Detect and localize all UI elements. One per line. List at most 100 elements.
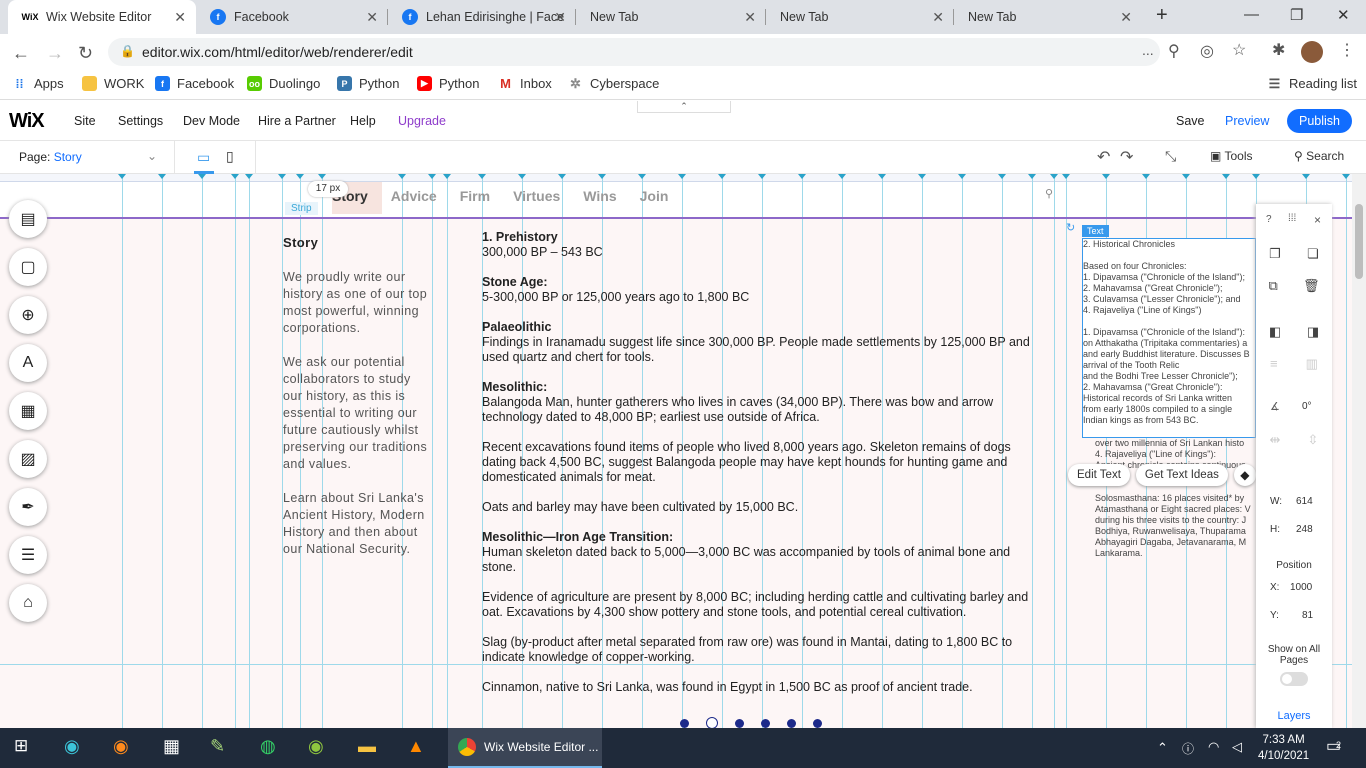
ruler-marker[interactable]: [398, 174, 406, 179]
save-button[interactable]: Save: [1176, 114, 1205, 128]
menu-hire-partner[interactable]: Hire a Partner: [258, 114, 336, 128]
zoom-out-icon[interactable]: ⤡: [1165, 148, 1176, 165]
tab-wix-editor[interactable]: WiX Wix Website Editor ✕: [8, 0, 196, 34]
show-all-pages-toggle[interactable]: [1280, 672, 1308, 686]
site-menu-advice[interactable]: Advice: [391, 184, 437, 208]
ruler-marker[interactable]: [428, 174, 436, 179]
desktop-icon[interactable]: ▭: [197, 149, 210, 166]
wix-logo[interactable]: WiX: [9, 110, 45, 133]
new-tab-button[interactable]: +: [1156, 4, 1168, 27]
slider-dot[interactable]: [813, 719, 822, 728]
ruler-marker[interactable]: [1028, 174, 1036, 179]
avatar[interactable]: [1301, 41, 1323, 63]
ruler-marker[interactable]: [1222, 174, 1230, 179]
editor-canvas[interactable]: Story Advice Firm Virtues Wins Join 17 p…: [0, 174, 1352, 728]
volume-icon[interactable]: ◁: [1232, 739, 1242, 755]
pages-icon[interactable]: ▤: [9, 200, 47, 238]
selected-text-box[interactable]: 2. Historical Chronicles Based on four Ch…: [1082, 238, 1256, 438]
eye-off-icon[interactable]: ◎: [1200, 41, 1214, 61]
canvas-scrollbar[interactable]: [1352, 174, 1366, 728]
theme-icon[interactable]: A: [9, 344, 47, 382]
redo-icon[interactable]: ↷: [1120, 147, 1133, 167]
tab-lehan[interactable]: f Lehan Edirisinghe | Face ✕: [388, 0, 576, 34]
chevron-up-icon[interactable]: ⌃: [1157, 740, 1168, 756]
ruler-marker[interactable]: [718, 174, 726, 179]
whatsapp-icon[interactable]: ◍: [260, 736, 276, 757]
slider-dot[interactable]: [787, 719, 796, 728]
search-button[interactable]: ⚲ Search: [1294, 149, 1344, 163]
ruler-marker[interactable]: [838, 174, 846, 179]
close-tab-icon[interactable]: ✕: [554, 9, 566, 26]
slider-dot-active[interactable]: [706, 717, 718, 728]
layers-link[interactable]: Layers: [1256, 710, 1332, 722]
edit-text-button[interactable]: Edit Text: [1068, 464, 1130, 486]
prehistory-text[interactable]: 1. Prehistory 300,000 BP – 543 BC Stone Ag…: [482, 230, 1034, 710]
ruler-marker[interactable]: [443, 174, 451, 179]
calculator-icon[interactable]: ▦: [163, 736, 180, 757]
add-icon[interactable]: ⊕: [9, 296, 47, 334]
close-tab-icon[interactable]: ✕: [366, 9, 378, 26]
background-icon[interactable]: ▢: [9, 248, 47, 286]
menu-settings[interactable]: Settings: [118, 114, 163, 128]
minimize-icon[interactable]: —: [1244, 6, 1259, 23]
close-window-icon[interactable]: ✕: [1337, 6, 1350, 24]
add-apps-icon[interactable]: ▦: [9, 392, 47, 430]
ruler-marker[interactable]: [598, 174, 606, 179]
close-tab-icon[interactable]: ✕: [1120, 9, 1132, 26]
utorrent-icon[interactable]: ◉: [308, 736, 324, 757]
reload-icon[interactable]: ↻: [78, 43, 93, 64]
tab-facebook[interactable]: f Facebook ✕: [196, 0, 388, 34]
ruler-marker[interactable]: [1302, 174, 1310, 179]
search-icon[interactable]: ⚲: [1045, 187, 1053, 200]
bookmark-cyberspace[interactable]: ✲ Cyberspace: [568, 76, 659, 92]
bookmark-python-youtube[interactable]: ▶ Python: [417, 76, 479, 91]
copy-icon[interactable]: ❐: [1269, 246, 1281, 262]
ruler-marker[interactable]: [278, 174, 286, 179]
ruler-marker[interactable]: [1342, 174, 1350, 179]
animation-icon[interactable]: ◆: [1233, 464, 1256, 486]
ruler-marker[interactable]: [518, 174, 526, 179]
ruler-marker[interactable]: [1102, 174, 1110, 179]
omnibox[interactable]: 🔒 editor.wix.com/html/editor/web/rendere…: [108, 38, 1160, 66]
delete-icon[interactable]: 🗑: [1303, 278, 1320, 294]
angle-value[interactable]: 0°: [1302, 401, 1312, 412]
taskbar-chrome-window[interactable]: Wix Website Editor ...: [448, 728, 602, 768]
bring-forward-icon[interactable]: ◧: [1269, 324, 1281, 340]
tab-new-3[interactable]: New Tab ✕: [954, 0, 1142, 34]
bookmark-inbox[interactable]: M Inbox: [498, 76, 552, 91]
firefox-icon[interactable]: ◉: [113, 736, 129, 757]
ruler-marker[interactable]: [678, 174, 686, 179]
ruler-marker[interactable]: [958, 174, 966, 179]
bookmark-duolingo[interactable]: oo Duolingo: [247, 76, 320, 91]
strip-label[interactable]: Strip: [285, 202, 318, 215]
forward-arrow-icon[interactable]: →: [46, 43, 64, 64]
ruler-marker[interactable]: [318, 174, 326, 179]
height-value[interactable]: 248: [1296, 524, 1313, 535]
get-text-ideas-button[interactable]: Get Text Ideas: [1135, 464, 1228, 486]
tab-new-2[interactable]: New Tab ✕: [766, 0, 954, 34]
story-intro-text[interactable]: Story We proudly write our history as on…: [283, 234, 433, 575]
bookmark-work[interactable]: WORK: [82, 76, 144, 91]
bookmark-python[interactable]: P Python: [337, 76, 399, 91]
y-value[interactable]: 81: [1302, 610, 1313, 621]
send-backward-icon[interactable]: ◨: [1307, 324, 1319, 340]
ruler-marker[interactable]: [998, 174, 1006, 179]
ruler-marker[interactable]: [296, 174, 304, 179]
ruler-marker[interactable]: [118, 174, 126, 179]
ruler-marker[interactable]: [798, 174, 806, 179]
more-vert-icon[interactable]: ⋮: [1339, 40, 1355, 60]
ruler-marker[interactable]: [198, 174, 206, 179]
publish-button[interactable]: Publish: [1287, 109, 1352, 133]
ruler-marker[interactable]: [231, 174, 239, 179]
rotate-handle-icon[interactable]: ↻: [1066, 221, 1075, 234]
width-value[interactable]: 614: [1296, 496, 1313, 507]
site-menu-wins[interactable]: Wins: [583, 184, 616, 208]
preview-button[interactable]: Preview: [1225, 114, 1269, 128]
maximize-icon[interactable]: ❐: [1290, 6, 1303, 24]
wifi-icon[interactable]: ◠: [1208, 739, 1219, 755]
media-icon[interactable]: ▨: [9, 440, 47, 478]
tools-button[interactable]: ▣ Tools: [1210, 149, 1252, 163]
slider-dot[interactable]: [761, 719, 770, 728]
menu-help[interactable]: Help: [350, 114, 376, 128]
ruler-marker[interactable]: [245, 174, 253, 179]
